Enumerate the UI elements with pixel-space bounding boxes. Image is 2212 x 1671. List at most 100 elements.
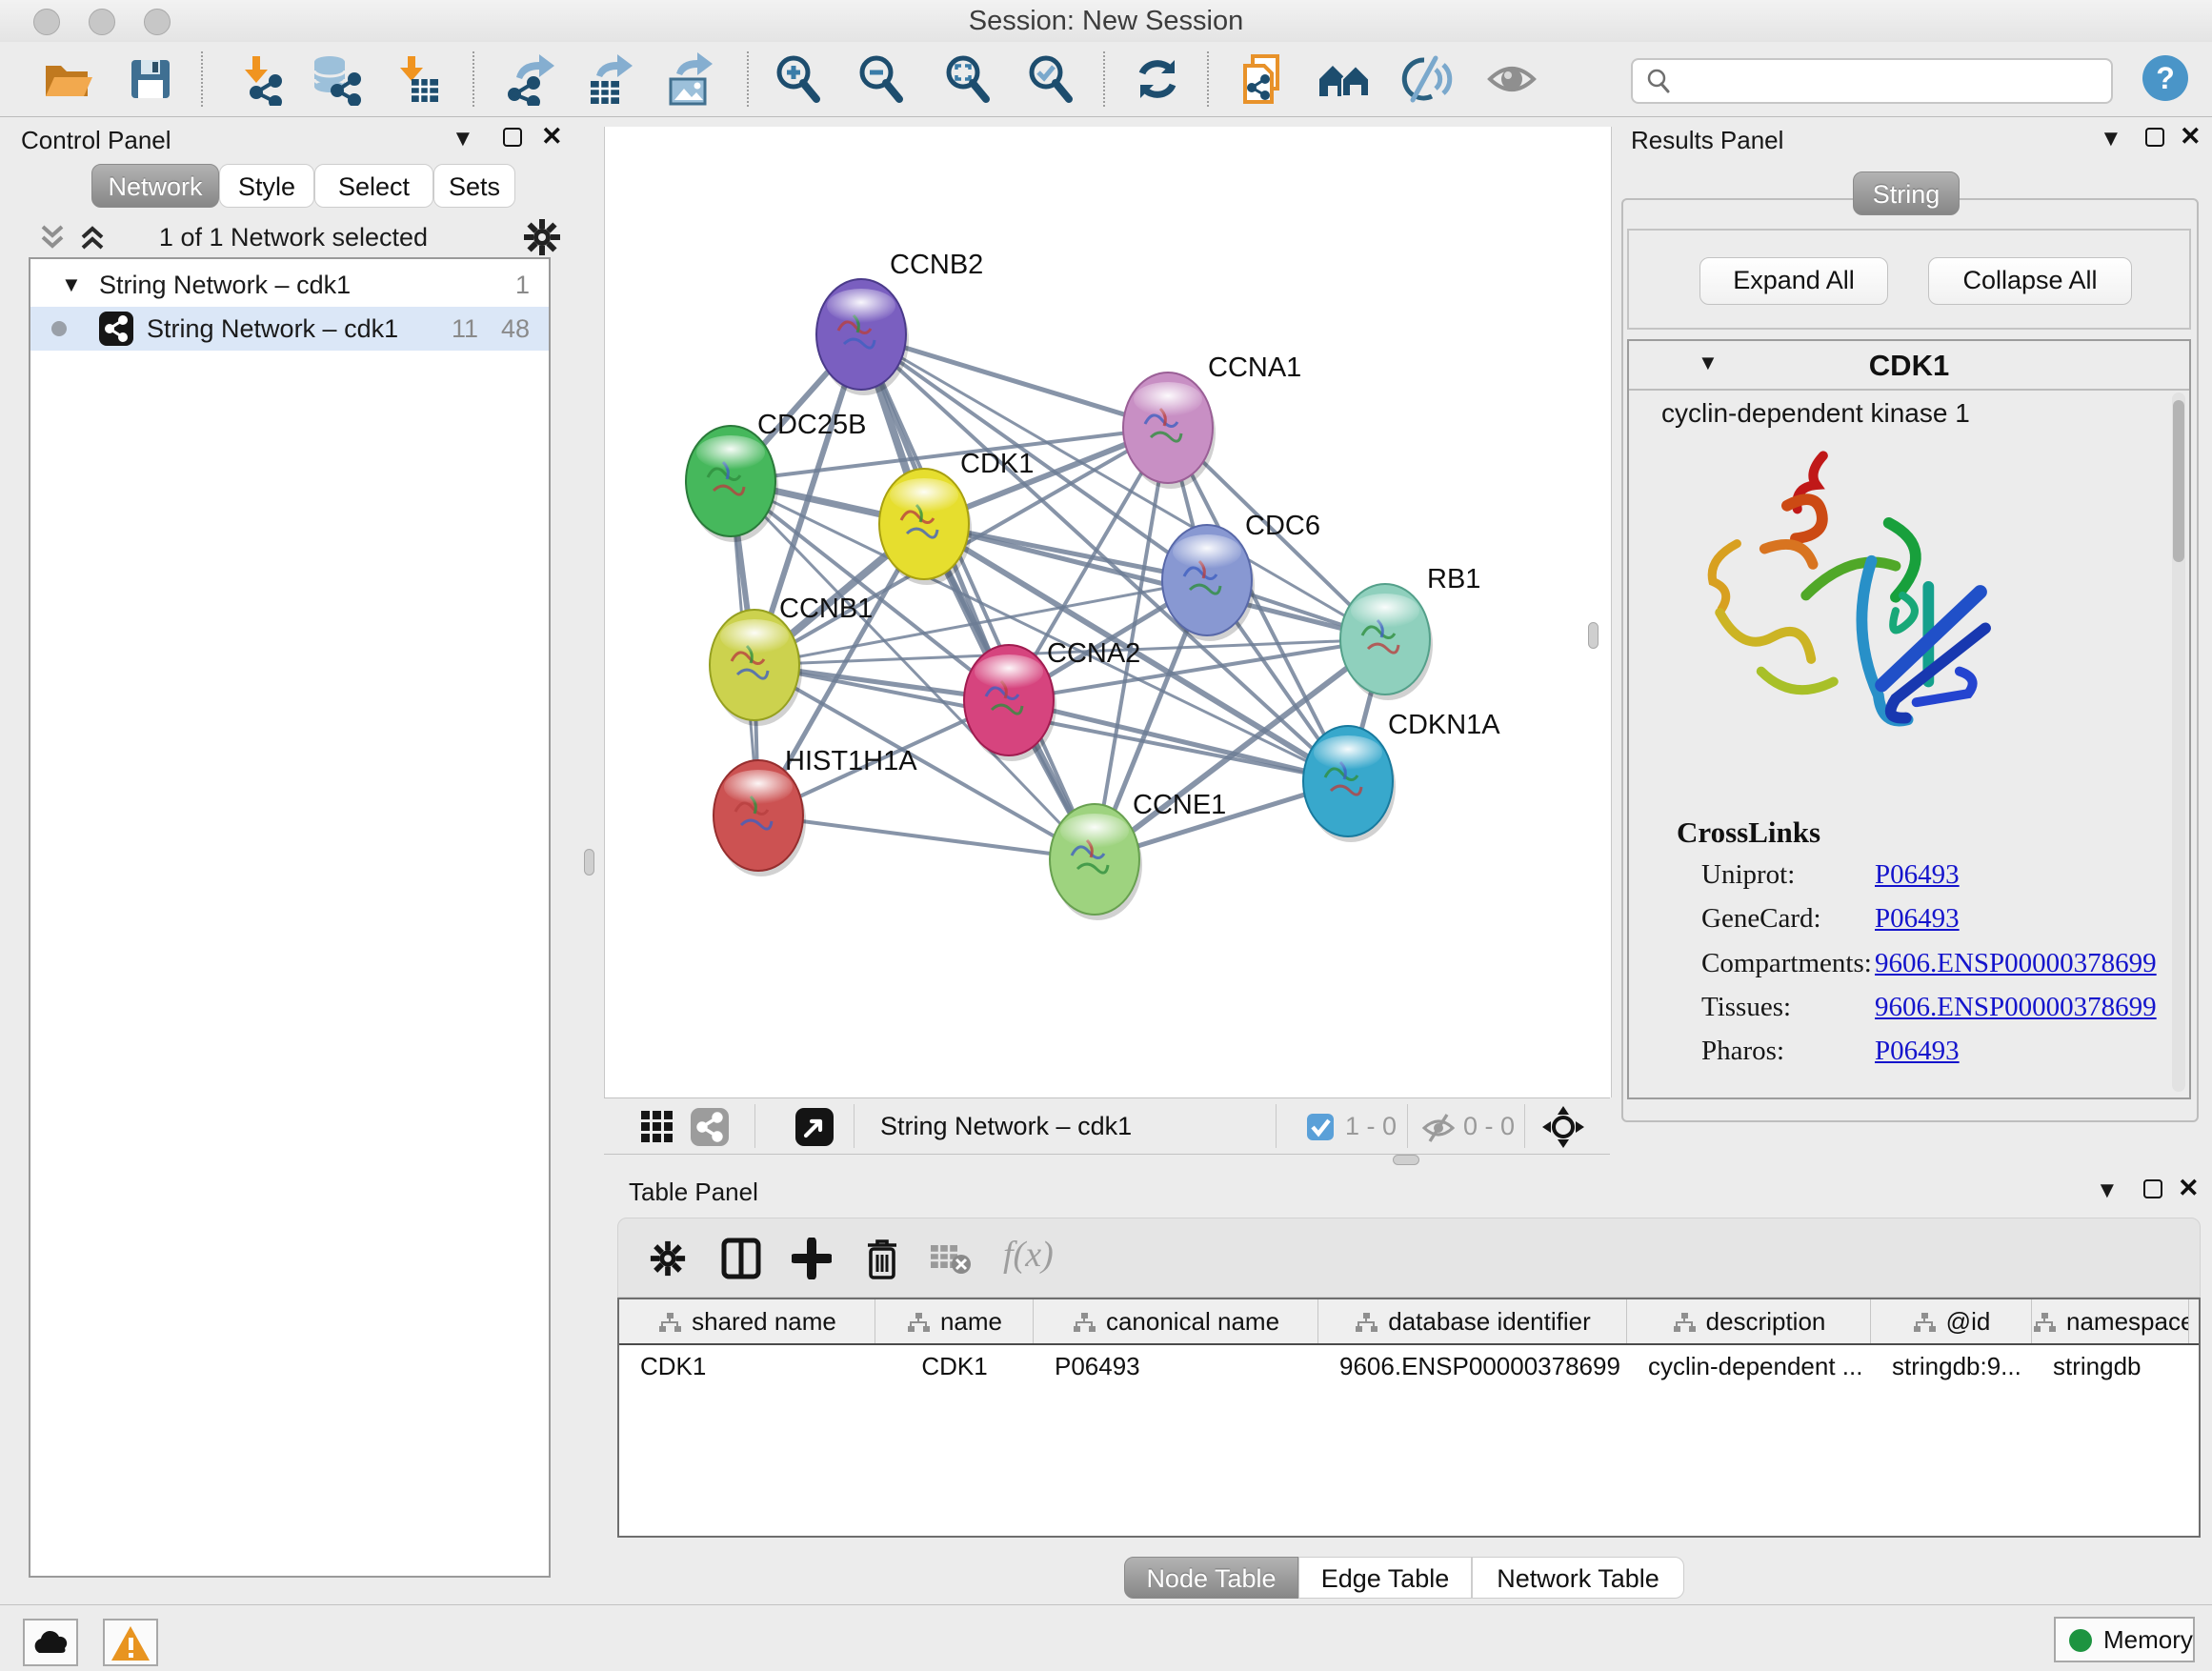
network-node-CDKN1A[interactable]: CDKN1A xyxy=(1303,710,1500,842)
node-label: CDK1 xyxy=(960,449,1034,479)
crosslink-link[interactable]: P06493 xyxy=(1875,903,1960,935)
grid-view-icon[interactable] xyxy=(639,1109,675,1145)
control-panel-undock-icon[interactable] xyxy=(503,128,522,147)
network-canvas[interactable]: CCNB2CCNA1CDC25BCDK1CDC6RB1CCNB1CCNA2CDK… xyxy=(604,127,1612,1097)
network-edge[interactable] xyxy=(1009,700,1348,781)
crosslink-link[interactable]: 9606.ENSP00000378699 xyxy=(1875,992,2157,1023)
table-cell[interactable]: stringdb:9... xyxy=(1871,1345,2032,1387)
network-row-selected[interactable]: String Network – cdk1 11 48 xyxy=(30,307,549,351)
warning-button[interactable] xyxy=(103,1619,158,1666)
show-columns-icon[interactable] xyxy=(721,1238,761,1279)
right-splitter-handle[interactable] xyxy=(1588,622,1599,649)
control-panel-float-icon[interactable]: ▼ xyxy=(452,126,474,152)
delete-table-icon[interactable] xyxy=(929,1241,973,1276)
memory-button[interactable]: Memory xyxy=(2054,1617,2195,1662)
add-column-icon[interactable] xyxy=(792,1238,832,1279)
tree-expand-icon[interactable]: ▼ xyxy=(61,263,82,307)
table-data-row[interactable]: CDK1CDK1P064939606.ENSP00000378699cyclin… xyxy=(619,1345,2199,1387)
horizontal-splitter-handle[interactable] xyxy=(1393,1155,1419,1165)
tab-string[interactable]: String xyxy=(1853,171,1960,215)
help-button[interactable]: ? xyxy=(2142,55,2188,101)
crosslink-link[interactable]: 9606.ENSP00000378699 xyxy=(1875,948,2157,979)
network-collection-row[interactable]: ▼ String Network – cdk1 1 xyxy=(30,263,549,307)
table-cell[interactable]: cyclin-dependent ... xyxy=(1627,1345,1871,1387)
save-session-icon[interactable] xyxy=(124,52,177,106)
tab-network[interactable]: Network xyxy=(91,164,219,208)
column-header-2[interactable]: canonical name xyxy=(1034,1299,1318,1343)
table-cell[interactable]: CDK1 xyxy=(875,1345,1034,1387)
fit-content-crosshair-icon[interactable] xyxy=(1541,1105,1585,1149)
tab-edge-table[interactable]: Edge Table xyxy=(1298,1557,1472,1599)
selected-checkbox-icon[interactable] xyxy=(1306,1113,1335,1141)
column-header-1[interactable]: name xyxy=(875,1299,1034,1343)
refresh-icon[interactable] xyxy=(1131,52,1184,106)
table-cell[interactable]: 9606.ENSP00000378699 xyxy=(1318,1345,1627,1387)
zoom-in-icon[interactable] xyxy=(772,52,825,106)
node-result-header[interactable]: ▼ CDK1 xyxy=(1629,341,2189,391)
table-gear-icon[interactable] xyxy=(649,1239,687,1278)
clone-network-icon[interactable] xyxy=(1236,52,1289,106)
tab-select[interactable]: Select xyxy=(314,164,433,208)
hidden-eye-icon[interactable] xyxy=(1421,1111,1456,1145)
table-panel-close-icon[interactable]: ✕ xyxy=(2178,1174,2200,1203)
table-cell[interactable]: CDK1 xyxy=(619,1345,875,1387)
open-session-icon[interactable] xyxy=(40,52,93,106)
column-header-6[interactable]: namespace xyxy=(2032,1299,2189,1343)
network-node-CCNB2[interactable]: CCNB2 xyxy=(816,250,983,395)
gear-icon[interactable] xyxy=(522,217,562,257)
network-node-CDC25B[interactable]: CDC25B xyxy=(686,410,866,542)
export-table-icon[interactable] xyxy=(583,52,636,106)
function-builder-icon[interactable]: f(x) xyxy=(1003,1234,1054,1276)
eye-icon[interactable] xyxy=(1485,52,1538,106)
table-cell[interactable]: stringdb xyxy=(2032,1345,2189,1387)
import-network-file-icon[interactable] xyxy=(231,52,285,106)
results-scrollbar-thumb[interactable] xyxy=(2173,400,2184,562)
left-splitter-handle[interactable] xyxy=(584,849,594,876)
network-node-HIST1H1A[interactable]: HIST1H1A xyxy=(714,746,917,876)
network-node-CCNE1[interactable]: CCNE1 xyxy=(1050,790,1226,920)
results-panel-undock-icon[interactable] xyxy=(2145,128,2164,147)
results-scrollbar[interactable] xyxy=(2172,393,2185,1092)
column-header-3[interactable]: database identifier xyxy=(1318,1299,1627,1343)
search-input[interactable] xyxy=(1631,58,2113,104)
export-network-icon[interactable] xyxy=(503,52,556,106)
table-cell[interactable]: P06493 xyxy=(1034,1345,1318,1387)
node-label: HIST1H1A xyxy=(785,746,917,776)
results-panel-float-icon[interactable]: ▼ xyxy=(2100,126,2122,152)
control-panel-close-icon[interactable]: ✕ xyxy=(541,122,563,151)
column-header-5[interactable]: @id xyxy=(1871,1299,2032,1343)
network-view-icon[interactable] xyxy=(690,1107,730,1147)
import-network-database-icon[interactable] xyxy=(309,52,362,106)
string-glass-effect-icon[interactable] xyxy=(1399,52,1453,106)
column-header-4[interactable]: description xyxy=(1627,1299,1871,1343)
results-panel-close-icon[interactable]: ✕ xyxy=(2180,122,2202,151)
expand-all-button[interactable]: Expand All xyxy=(1699,257,1888,305)
network-node-CCNA1[interactable]: CCNA1 xyxy=(1123,352,1301,489)
cloud-button[interactable] xyxy=(23,1619,78,1666)
crosslink-link[interactable]: P06493 xyxy=(1875,859,1960,891)
delete-column-icon[interactable] xyxy=(862,1236,902,1281)
zoom-fit-icon[interactable] xyxy=(941,52,995,106)
birdseye-view-icon[interactable] xyxy=(794,1107,835,1147)
crosslink-link[interactable]: P06493 xyxy=(1875,1036,1960,1067)
tab-node-table[interactable]: Node Table xyxy=(1124,1557,1298,1599)
network-node-CDC6[interactable]: CDC6 xyxy=(1162,511,1320,641)
zoom-out-icon[interactable] xyxy=(855,52,908,106)
network-edge[interactable] xyxy=(758,815,1095,859)
table-panel-undock-icon[interactable] xyxy=(2143,1179,2162,1198)
tab-network-table[interactable]: Network Table xyxy=(1472,1557,1684,1599)
collapse-all-button[interactable]: Collapse All xyxy=(1928,257,2132,305)
table-panel-float-icon[interactable]: ▼ xyxy=(2096,1178,2119,1204)
import-table-file-icon[interactable] xyxy=(389,52,442,106)
export-image-icon[interactable] xyxy=(663,52,716,106)
tab-sets[interactable]: Sets xyxy=(433,164,515,208)
network-edge[interactable] xyxy=(861,334,1095,859)
network-node-RB1[interactable]: RB1 xyxy=(1340,564,1480,700)
zoom-selected-icon[interactable] xyxy=(1024,52,1077,106)
crosslink-label: GeneCard: xyxy=(1701,903,1821,935)
column-header-0[interactable]: shared name xyxy=(619,1299,875,1343)
collapse-all-icon[interactable] xyxy=(36,221,69,253)
tab-style[interactable]: Style xyxy=(219,164,314,208)
homes-icon[interactable] xyxy=(1317,52,1371,106)
toolbar-separator xyxy=(473,51,474,107)
